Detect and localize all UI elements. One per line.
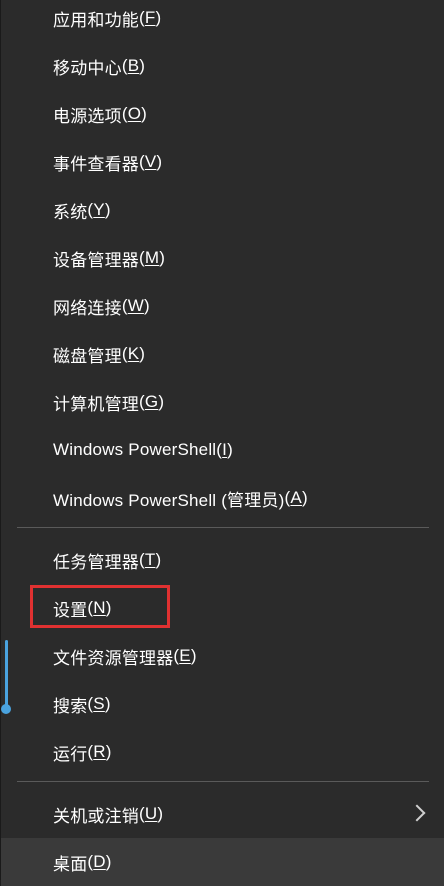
menu-item-event-viewer[interactable]: 事件查看器(V) bbox=[1, 138, 444, 186]
menu-item-label: Windows PowerShell (管理员) bbox=[53, 490, 285, 510]
menu-item-run[interactable]: 运行(R) bbox=[1, 728, 444, 776]
accelerator-key: B bbox=[127, 56, 140, 75]
accelerator-key: K bbox=[127, 344, 140, 363]
slider-knob bbox=[1, 704, 11, 714]
menu-item-system[interactable]: 系统(Y) bbox=[1, 186, 444, 234]
menu-item-network-connections[interactable]: 网络连接(W) bbox=[1, 282, 444, 330]
menu-item-label: Windows PowerShell bbox=[53, 440, 217, 459]
accelerator-key: V bbox=[144, 152, 157, 171]
menu-item-label: 任务管理器 bbox=[53, 552, 139, 572]
menu-item-label: 电源选项 bbox=[53, 106, 122, 126]
menu-item-label: 文件资源管理器 bbox=[53, 648, 174, 668]
accelerator-key: O bbox=[127, 104, 142, 123]
menu-item-mobility-center[interactable]: 移动中心(B) bbox=[1, 42, 444, 90]
menu-item-powershell[interactable]: Windows PowerShell(I) bbox=[1, 426, 444, 474]
highlight-annotation-box bbox=[30, 585, 170, 628]
menu-item-label: 关机或注销 bbox=[53, 806, 139, 826]
menu-item-label: 磁盘管理 bbox=[53, 346, 122, 366]
menu-item-shutdown-or-sign-out[interactable]: 关机或注销(U) bbox=[1, 790, 444, 838]
menu-item-disk-management[interactable]: 磁盘管理(K) bbox=[1, 330, 444, 378]
accelerator-key: G bbox=[144, 392, 159, 411]
chevron-right-icon bbox=[408, 804, 426, 822]
winx-context-menu: 应用和功能(F) 移动中心(B) 电源选项(O) 事件查看器(V) 系统(Y) … bbox=[0, 0, 444, 886]
accelerator-key: A bbox=[290, 488, 302, 507]
menu-item-file-explorer[interactable]: 文件资源管理器(E) bbox=[1, 632, 444, 680]
accelerator-key: Y bbox=[93, 200, 105, 219]
accelerator-key: W bbox=[127, 296, 144, 315]
accelerator-key: I bbox=[222, 440, 228, 459]
menu-item-label: 系统 bbox=[53, 202, 88, 222]
menu-item-powershell-admin[interactable]: Windows PowerShell (管理员)(A) bbox=[1, 474, 444, 522]
menu-item-label: 网络连接 bbox=[53, 298, 122, 318]
menu-item-computer-management[interactable]: 计算机管理(G) bbox=[1, 378, 444, 426]
menu-item-label: 应用和功能 bbox=[53, 10, 139, 30]
menu-item-power-options[interactable]: 电源选项(O) bbox=[1, 90, 444, 138]
slider-track bbox=[5, 640, 8, 710]
accelerator-key: S bbox=[93, 694, 105, 713]
menu-item-label: 设备管理器 bbox=[53, 250, 139, 270]
menu-item-apps-and-features[interactable]: 应用和功能(F) bbox=[1, 0, 444, 42]
menu-item-task-manager[interactable]: 任务管理器(T) bbox=[1, 536, 444, 584]
menu-item-label: 桌面 bbox=[53, 854, 88, 874]
submenu-indicator bbox=[407, 790, 437, 838]
menu-item-label: 事件查看器 bbox=[53, 154, 139, 174]
accelerator-key: E bbox=[179, 646, 191, 665]
menu-item-desktop[interactable]: 桌面(D) bbox=[1, 838, 444, 886]
accelerator-key: T bbox=[144, 550, 156, 569]
menu-separator bbox=[17, 527, 429, 528]
menu-item-label: 运行 bbox=[53, 744, 88, 764]
accelerator-key: M bbox=[144, 248, 160, 267]
slider-indicator bbox=[1, 640, 11, 720]
menu-item-label: 移动中心 bbox=[53, 58, 122, 78]
menu-item-label: 搜索 bbox=[53, 696, 88, 716]
menu-item-search[interactable]: 搜索(S) bbox=[1, 680, 444, 728]
menu-item-device-manager[interactable]: 设备管理器(M) bbox=[1, 234, 444, 282]
menu-separator bbox=[17, 781, 429, 782]
menu-item-label: 计算机管理 bbox=[53, 394, 139, 414]
accelerator-key: F bbox=[144, 8, 156, 27]
accelerator-key: U bbox=[144, 804, 158, 823]
accelerator-key: R bbox=[93, 742, 106, 761]
accelerator-key: D bbox=[93, 852, 106, 871]
